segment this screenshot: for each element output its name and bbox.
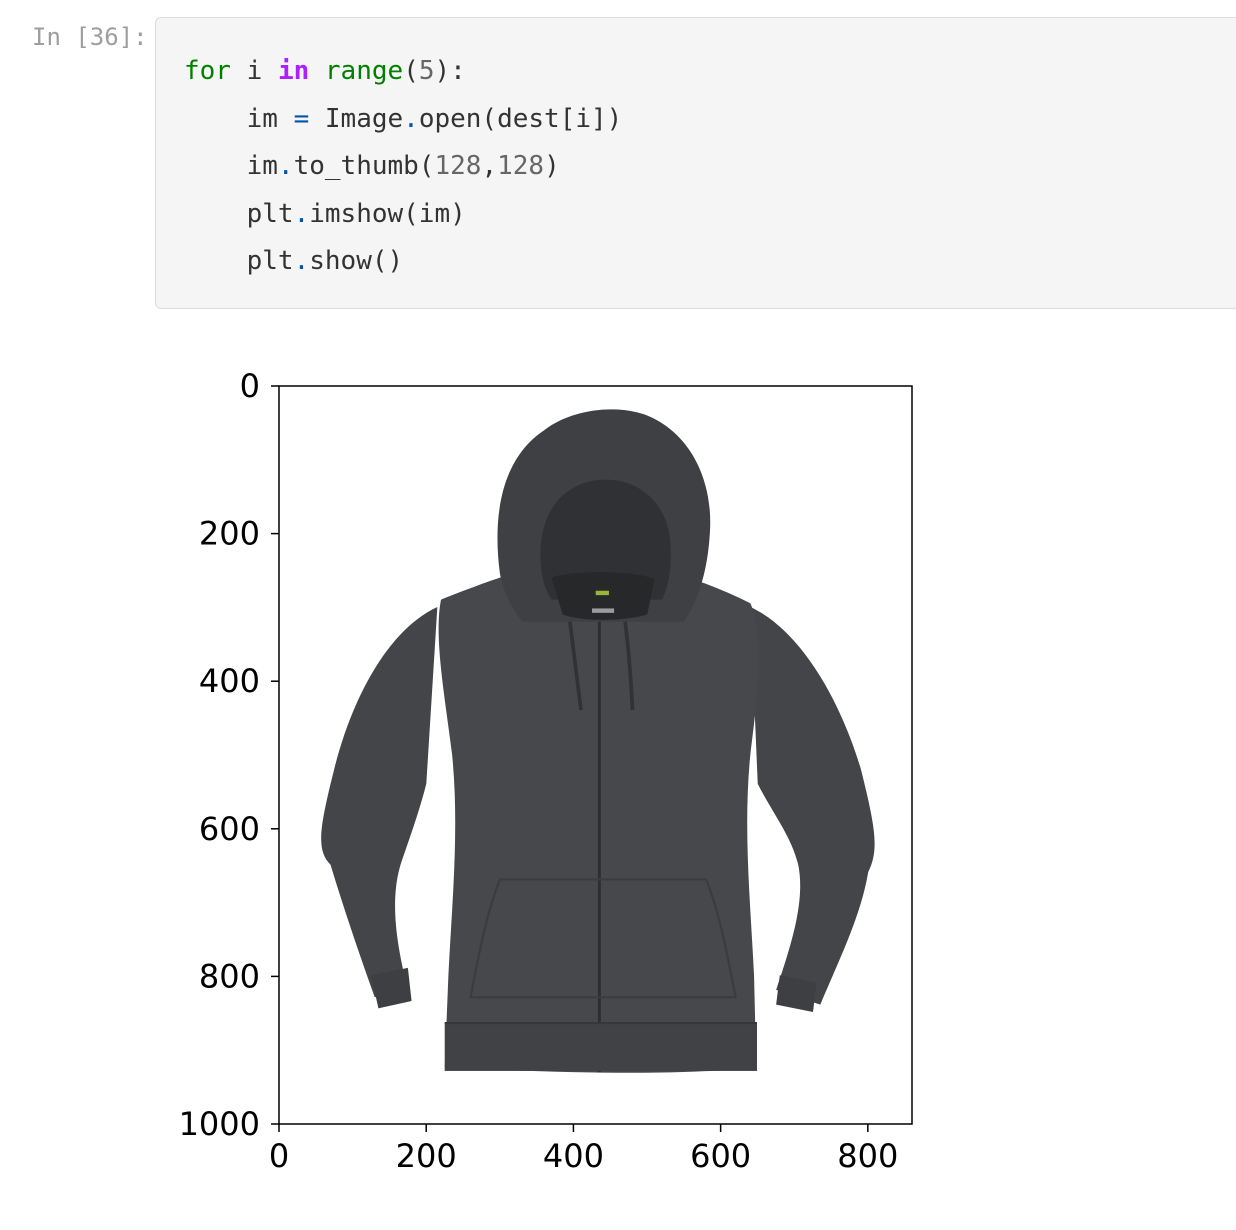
code-token: range bbox=[324, 56, 404, 86]
hoodie-image bbox=[321, 409, 875, 1073]
hoodie-right-sleeve bbox=[750, 606, 875, 1005]
x-tick-label: 0 bbox=[269, 1137, 289, 1175]
code-line: plt.imshow(im) bbox=[184, 191, 622, 239]
x-tick-label: 200 bbox=[396, 1137, 457, 1175]
code-token: 5 bbox=[418, 56, 435, 86]
code-line: im = Image.open(dest[i]) bbox=[184, 96, 623, 144]
code-token: = bbox=[293, 103, 310, 134]
x-tick-label: 600 bbox=[690, 1137, 751, 1175]
code-token: in bbox=[277, 56, 310, 86]
y-tick-label: 0 bbox=[240, 367, 260, 405]
code-token: plt bbox=[184, 246, 294, 276]
imshow-plot: 0 200 400 600 800 0 200 400 600 800 1000 bbox=[179, 367, 913, 1175]
code-token: ): bbox=[434, 56, 466, 86]
cell-prompt: In [36]: bbox=[32, 23, 148, 51]
x-tick-label: 800 bbox=[837, 1137, 898, 1175]
code-editor[interactable]: for i in range(5): im = Image.open(dest[… bbox=[184, 48, 622, 286]
y-tick-label: 800 bbox=[199, 957, 260, 995]
code-token: i bbox=[230, 56, 278, 86]
code-token: imshow(im) bbox=[309, 198, 466, 229]
code-token: . bbox=[293, 198, 310, 229]
code-line: im.to_thumb(128,128) bbox=[184, 143, 622, 191]
hoodie-waistband bbox=[444, 1023, 757, 1071]
code-token: 128 bbox=[497, 151, 545, 181]
code-token: . bbox=[277, 151, 294, 181]
code-token: ( bbox=[403, 56, 419, 86]
y-tick-label: 600 bbox=[199, 810, 260, 848]
code-token: show() bbox=[309, 246, 404, 276]
y-axis: 0 200 400 600 800 1000 bbox=[179, 367, 279, 1143]
y-tick-label: 200 bbox=[199, 515, 260, 553]
code-token: plt bbox=[184, 198, 294, 229]
code-token: for bbox=[184, 56, 231, 86]
code-token: . bbox=[403, 103, 419, 134]
code-token: ) bbox=[544, 151, 560, 181]
code-token: open(dest[i]) bbox=[418, 103, 623, 134]
code-token: im bbox=[184, 103, 294, 134]
y-tick-label: 400 bbox=[199, 662, 260, 700]
code-line: plt.show() bbox=[184, 238, 622, 286]
x-axis: 0 200 400 600 800 bbox=[269, 1124, 898, 1175]
code-line: for i in range(5): bbox=[184, 48, 622, 96]
cell-output: 0 200 400 600 800 0 200 400 600 800 1000 bbox=[0, 340, 1236, 1220]
x-tick-label: 400 bbox=[543, 1137, 604, 1175]
code-token: 128 bbox=[434, 151, 482, 181]
code-token: to_thumb( bbox=[293, 151, 435, 181]
y-tick-label: 1000 bbox=[179, 1105, 260, 1143]
code-cell-input[interactable]: for i in range(5): im = Image.open(dest[… bbox=[155, 17, 1236, 309]
code-token: , bbox=[481, 151, 498, 181]
code-token: Image bbox=[309, 103, 404, 134]
code-token: im bbox=[184, 151, 278, 181]
hoodie-left-sleeve bbox=[321, 606, 438, 998]
code-token: . bbox=[293, 246, 310, 276]
